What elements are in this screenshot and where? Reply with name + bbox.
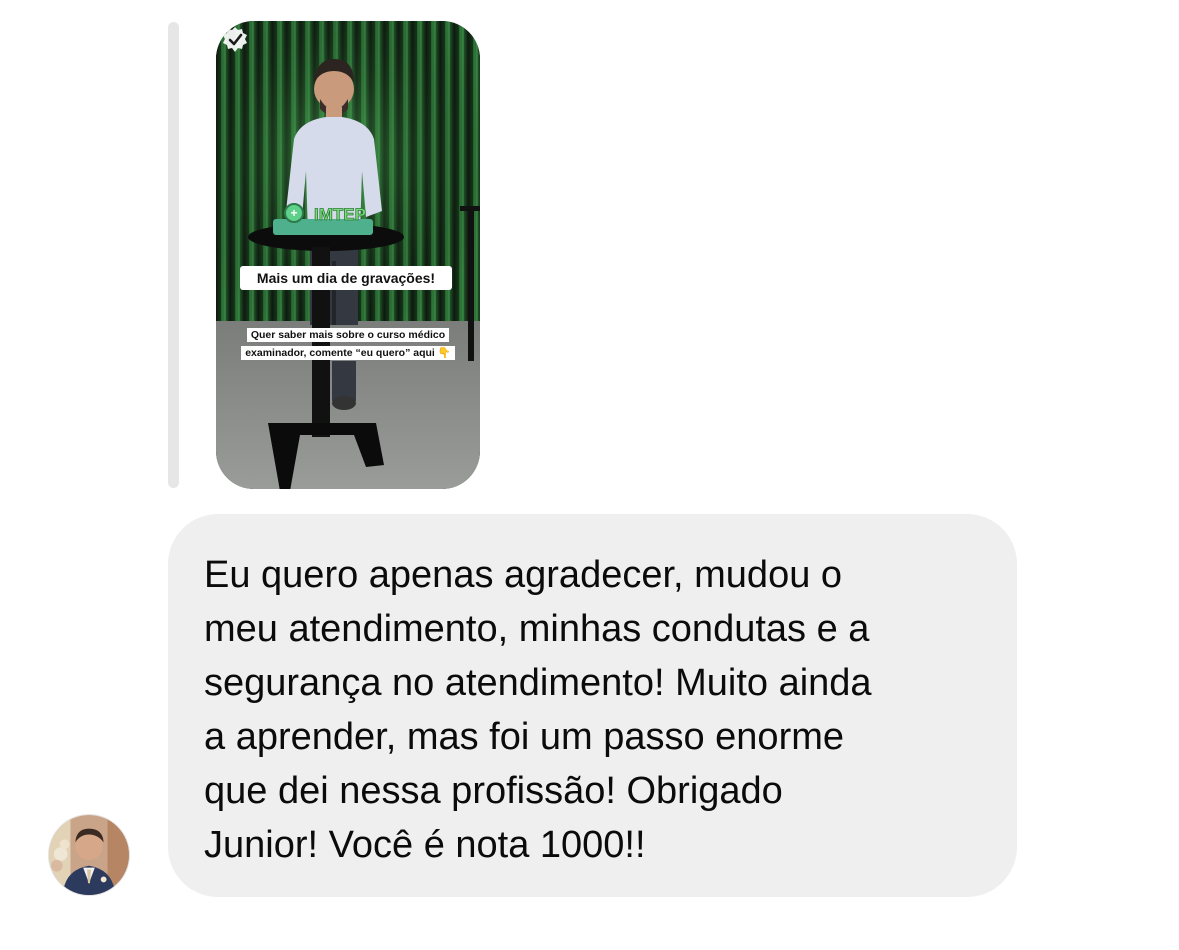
story-preview[interactable]: + IMTEP Mais um dia de gravações! Quer s… [216,21,480,489]
sign-text: IMTEP [314,205,366,224]
story-caption-subtitle: Quer saber mais sobre o curso médico exa… [236,325,460,361]
svg-text:+: + [290,206,297,220]
story-caption-subtitle-text: Quer saber mais sobre o curso médico exa… [241,328,455,360]
check-badge-icon [223,27,247,52]
message-text: Eu quero apenas agradecer, mudou o meu a… [204,554,872,866]
message-bubble[interactable]: Eu quero apenas agradecer, mudou o meu a… [168,514,1017,897]
story-image: + IMTEP [216,21,480,489]
sender-avatar[interactable] [48,814,130,896]
avatar-icon [49,815,129,895]
story-caption-title: Mais um dia de gravações! [240,266,452,290]
story-reply-bar [168,22,179,488]
